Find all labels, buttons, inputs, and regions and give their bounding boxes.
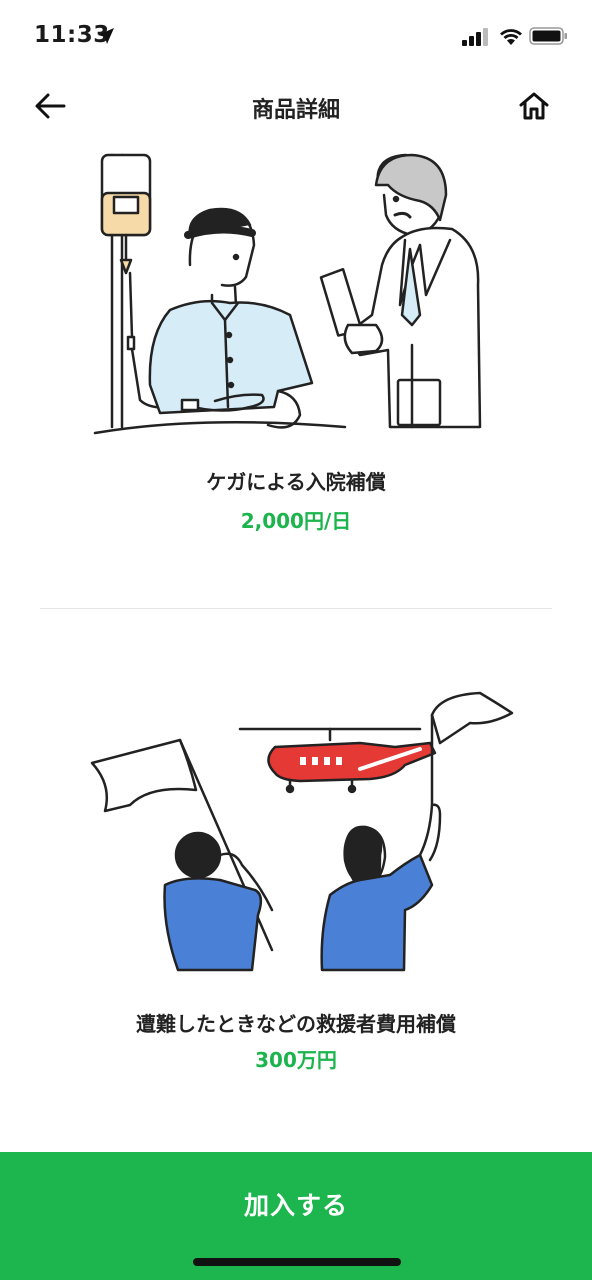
- wifi-icon: [500, 29, 522, 45]
- item-name: 遭難したときなどの救援者費用補償: [136, 1012, 456, 1036]
- section-divider: [40, 608, 552, 609]
- battery-icon: [529, 27, 567, 45]
- location-arrow-icon: [98, 28, 114, 44]
- cellular-signal-icon: [462, 28, 488, 46]
- item-name: ケガによる入院補償: [206, 470, 386, 494]
- page-title: 商品詳細: [251, 98, 340, 123]
- item-value: 300万円: [255, 1048, 337, 1072]
- hospital-patient-doctor-illustration: [93, 153, 482, 435]
- rescue-helicopter-flags-illustration: [90, 691, 514, 972]
- status-bar: 11:33: [0, 0, 592, 72]
- home-icon: [519, 92, 549, 120]
- home-indicator: [193, 1258, 401, 1266]
- home-button[interactable]: [512, 86, 556, 126]
- join-button-label: 加入する: [243, 1191, 348, 1220]
- nav-bar: 商品詳細: [0, 72, 592, 138]
- item-value: 2,000円/日: [240, 509, 352, 533]
